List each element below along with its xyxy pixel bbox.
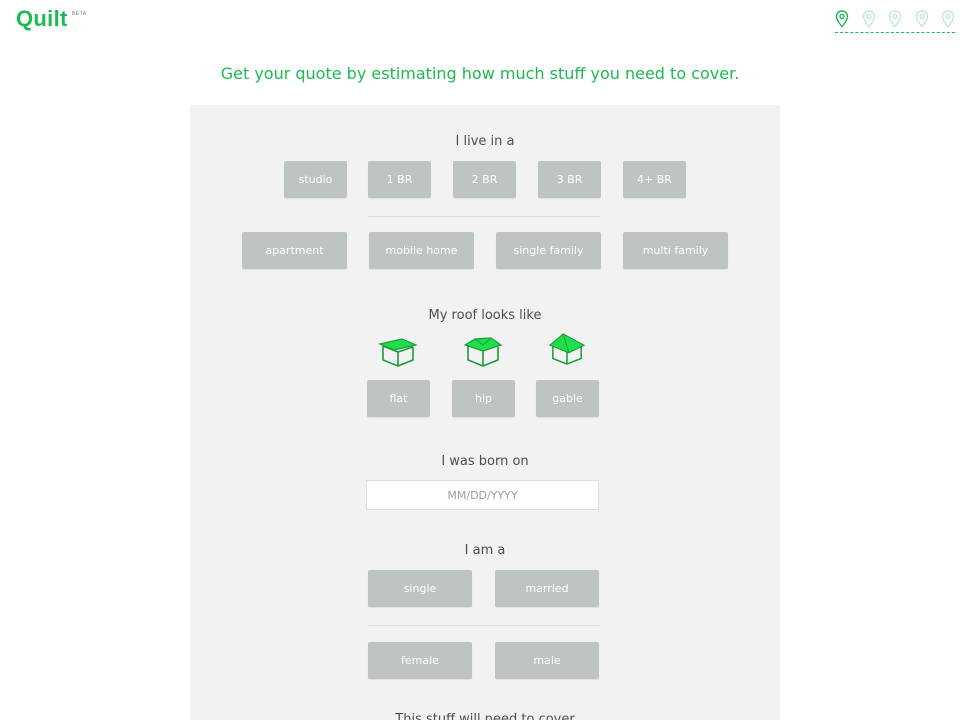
roof-label: My roof looks like xyxy=(428,308,542,323)
type-option-multi-family[interactable]: multi family xyxy=(623,232,728,269)
gender-option-female[interactable]: female xyxy=(368,642,472,679)
progress-steps xyxy=(835,10,955,33)
type-option-apartment[interactable]: apartment xyxy=(242,232,347,269)
divider xyxy=(368,216,600,217)
roof-option-flat[interactable]: flat xyxy=(367,380,430,417)
status-option-married[interactable]: married xyxy=(495,570,599,607)
location-pin-icon[interactable] xyxy=(862,10,876,28)
roof-option-gable[interactable]: gable xyxy=(536,380,599,417)
size-option-2br[interactable]: 2 BR xyxy=(453,161,516,198)
quote-form-panel: I live in a studio 1 BR 2 BR 3 BR 4+ BR … xyxy=(190,105,780,720)
location-pin-icon[interactable] xyxy=(915,10,929,28)
size-option-4plus-br[interactable]: 4+ BR xyxy=(623,161,686,198)
logo-text: Quilt xyxy=(16,6,68,31)
live-in-label: I live in a xyxy=(455,134,515,149)
identity-label: I am a xyxy=(464,543,506,558)
next-section-label: This stuff will need to cover xyxy=(395,712,575,720)
divider xyxy=(368,625,600,626)
beta-badge: BETA xyxy=(72,11,87,17)
quilt-logo[interactable]: Quilt BETA xyxy=(16,6,86,32)
gable-roof-icon xyxy=(548,333,586,365)
size-option-1br[interactable]: 1 BR xyxy=(368,161,431,198)
size-option-3br[interactable]: 3 BR xyxy=(538,161,601,198)
flat-roof-icon xyxy=(378,338,418,367)
location-pin-icon[interactable] xyxy=(941,10,955,28)
gender-option-male[interactable]: male xyxy=(495,642,599,679)
size-option-studio[interactable]: studio xyxy=(284,161,347,198)
quote-page: Quilt BETA Get your quote by estimating … xyxy=(0,0,960,720)
page-headline: Get your quote by estimating how much st… xyxy=(220,64,740,83)
hip-roof-icon xyxy=(463,337,503,367)
birth-label: I was born on xyxy=(441,454,529,469)
type-option-mobile-home[interactable]: mobile home xyxy=(369,232,474,269)
status-option-single[interactable]: single xyxy=(368,570,472,607)
type-option-single-family[interactable]: single family xyxy=(496,232,601,269)
location-pin-icon[interactable] xyxy=(888,10,902,28)
birthdate-input[interactable] xyxy=(366,480,599,510)
location-pin-icon[interactable] xyxy=(835,10,849,28)
roof-option-hip[interactable]: hip xyxy=(452,380,515,417)
